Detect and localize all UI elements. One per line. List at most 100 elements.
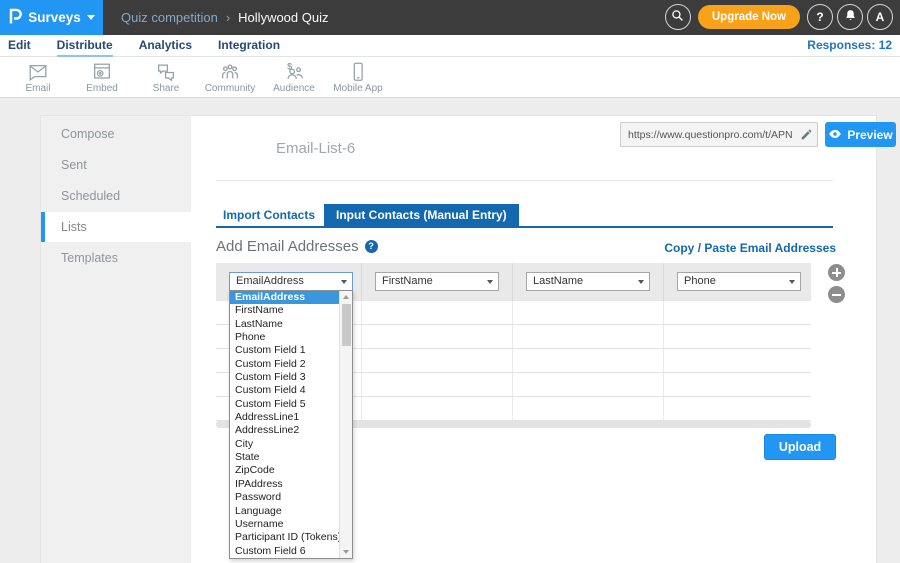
product-name: Surveys bbox=[28, 10, 81, 25]
upload-button[interactable]: Upload bbox=[764, 434, 836, 460]
column-select-first-name[interactable]: FirstName bbox=[375, 272, 499, 291]
dropdown-option[interactable]: FirstName bbox=[230, 304, 339, 317]
dropdown-option[interactable]: ZipCode bbox=[230, 464, 339, 477]
select-caret-icon bbox=[789, 280, 795, 284]
account-avatar[interactable]: A bbox=[867, 4, 893, 30]
divider bbox=[216, 180, 833, 181]
search-button[interactable] bbox=[665, 4, 691, 30]
tool-embed[interactable]: Embed bbox=[70, 59, 134, 94]
entry-cell[interactable] bbox=[361, 397, 512, 420]
field-dropdown-list: EmailAddress FirstName LastName Phone Cu… bbox=[229, 290, 353, 559]
tool-community[interactable]: Community bbox=[198, 59, 262, 94]
list-detail-content: Email-List-6 Import Contacts Input Conta… bbox=[191, 116, 878, 563]
nav-item-distribute[interactable]: Distribute bbox=[57, 35, 113, 57]
entry-cell[interactable] bbox=[663, 325, 811, 348]
dropdown-option[interactable]: Username bbox=[230, 518, 339, 531]
dropdown-scrollbar[interactable] bbox=[339, 291, 352, 558]
entry-cell[interactable] bbox=[663, 301, 811, 324]
select-caret-icon bbox=[487, 280, 493, 284]
email-sidebar: Compose Sent Scheduled Lists Templates bbox=[41, 116, 191, 563]
entry-cell[interactable] bbox=[663, 373, 811, 396]
survey-url-input[interactable] bbox=[621, 123, 797, 146]
dropdown-option[interactable]: Password bbox=[230, 491, 339, 504]
entry-cell[interactable] bbox=[361, 301, 512, 324]
top-header: Surveys Quiz competition›Hollywood Quiz … bbox=[0, 0, 900, 35]
select-caret-icon bbox=[341, 280, 347, 284]
column-select-phone[interactable]: Phone bbox=[677, 272, 801, 291]
tool-audience[interactable]: $ Audience bbox=[262, 59, 326, 94]
dropdown-option[interactable]: Custom Field 2 bbox=[230, 358, 339, 371]
entry-cell[interactable] bbox=[512, 325, 663, 348]
dropdown-option[interactable]: Phone bbox=[230, 331, 339, 344]
dropdown-option[interactable]: IPAddress bbox=[230, 478, 339, 491]
entry-cell[interactable] bbox=[361, 349, 512, 372]
distribute-toolbar: Email Embed Share Community $ Audience M… bbox=[0, 57, 900, 98]
dropdown-option[interactable]: Custom Field 3 bbox=[230, 371, 339, 384]
column-select-email-address[interactable]: EmailAddress bbox=[229, 272, 353, 291]
dropdown-option[interactable]: Participant ID (Tokens) bbox=[230, 531, 339, 544]
entry-cell[interactable] bbox=[512, 373, 663, 396]
entry-cell[interactable] bbox=[663, 349, 811, 372]
scroll-up-arrow-icon[interactable] bbox=[340, 291, 352, 303]
search-icon bbox=[671, 9, 684, 25]
tool-label: Embed bbox=[70, 83, 134, 94]
surveys-menu-button[interactable]: Surveys bbox=[0, 0, 103, 35]
dropdown-option[interactable]: City bbox=[230, 438, 339, 451]
responses-count-link[interactable]: Responses: 12 bbox=[807, 35, 892, 56]
breadcrumb-survey-folder[interactable]: Quiz competition bbox=[121, 10, 218, 25]
bell-icon bbox=[844, 9, 857, 25]
preview-button[interactable]: Preview bbox=[825, 122, 896, 147]
dropdown-option[interactable]: Language bbox=[230, 505, 339, 518]
tool-share[interactable]: Share bbox=[134, 59, 198, 94]
notifications-button[interactable] bbox=[837, 4, 863, 30]
entry-cell[interactable] bbox=[361, 325, 512, 348]
scrollbar-thumb[interactable] bbox=[342, 304, 351, 346]
survey-url-field[interactable] bbox=[620, 122, 818, 147]
dropdown-option[interactable]: State bbox=[230, 451, 339, 464]
tab-import-contacts[interactable]: Import Contacts bbox=[216, 204, 324, 226]
copy-paste-email-addresses-link[interactable]: Copy / Paste Email Addresses bbox=[664, 241, 836, 255]
sidebar-item-sent[interactable]: Sent bbox=[41, 150, 191, 180]
select-caret-icon bbox=[638, 280, 644, 284]
scroll-down-arrow-icon[interactable] bbox=[340, 546, 352, 558]
dropdown-option[interactable]: Custom Field 4 bbox=[230, 384, 339, 397]
email-list-title: Email-List-6 bbox=[276, 140, 355, 157]
tool-label: Mobile App bbox=[326, 83, 390, 94]
entry-cell[interactable] bbox=[512, 301, 663, 324]
dropdown-option-selected[interactable]: EmailAddress bbox=[230, 291, 339, 304]
tool-email[interactable]: Email bbox=[6, 59, 70, 94]
dropdown-option[interactable]: Custom Field 1 bbox=[230, 344, 339, 357]
edit-url-pencil-icon[interactable] bbox=[800, 128, 813, 146]
remove-row-button[interactable] bbox=[828, 286, 845, 303]
nav-item-integration[interactable]: Integration bbox=[218, 35, 280, 57]
help-icon[interactable]: ? bbox=[365, 240, 378, 253]
tool-mobile-app[interactable]: Mobile App bbox=[326, 59, 390, 94]
questionpro-logo-icon bbox=[8, 8, 22, 27]
audience-icon: $ bbox=[283, 61, 305, 83]
entry-cell[interactable] bbox=[512, 349, 663, 372]
tool-label: Community bbox=[198, 83, 262, 94]
dropdown-option[interactable]: AddressLine2 bbox=[230, 424, 339, 437]
tab-input-contacts-manual-entry[interactable]: Input Contacts (Manual Entry) bbox=[324, 204, 519, 226]
add-email-addresses-heading: Add Email Addresses? bbox=[216, 238, 378, 255]
nav-item-edit[interactable]: Edit bbox=[8, 35, 31, 57]
nav-item-analytics[interactable]: Analytics bbox=[139, 35, 192, 57]
sidebar-item-compose[interactable]: Compose bbox=[41, 119, 191, 149]
add-row-button[interactable] bbox=[828, 264, 845, 281]
dropdown-option[interactable]: Custom Field 6 bbox=[230, 545, 339, 558]
upgrade-now-button[interactable]: Upgrade Now bbox=[698, 5, 800, 29]
survey-nav: Edit Distribute Analytics Integration Re… bbox=[0, 35, 900, 57]
entry-cell[interactable] bbox=[663, 397, 811, 420]
dropdown-option[interactable]: Custom Field 5 bbox=[230, 398, 339, 411]
dropdown-option[interactable]: LastName bbox=[230, 318, 339, 331]
embed-icon bbox=[91, 61, 113, 83]
breadcrumb-separator: › bbox=[226, 10, 230, 25]
column-select-last-name[interactable]: LastName bbox=[526, 272, 650, 291]
help-button[interactable]: ? bbox=[807, 4, 833, 30]
entry-cell[interactable] bbox=[361, 373, 512, 396]
entry-cell[interactable] bbox=[512, 397, 663, 420]
sidebar-item-templates[interactable]: Templates bbox=[41, 243, 191, 273]
sidebar-item-lists[interactable]: Lists bbox=[41, 212, 191, 242]
sidebar-item-scheduled[interactable]: Scheduled bbox=[41, 181, 191, 211]
dropdown-option[interactable]: AddressLine1 bbox=[230, 411, 339, 424]
